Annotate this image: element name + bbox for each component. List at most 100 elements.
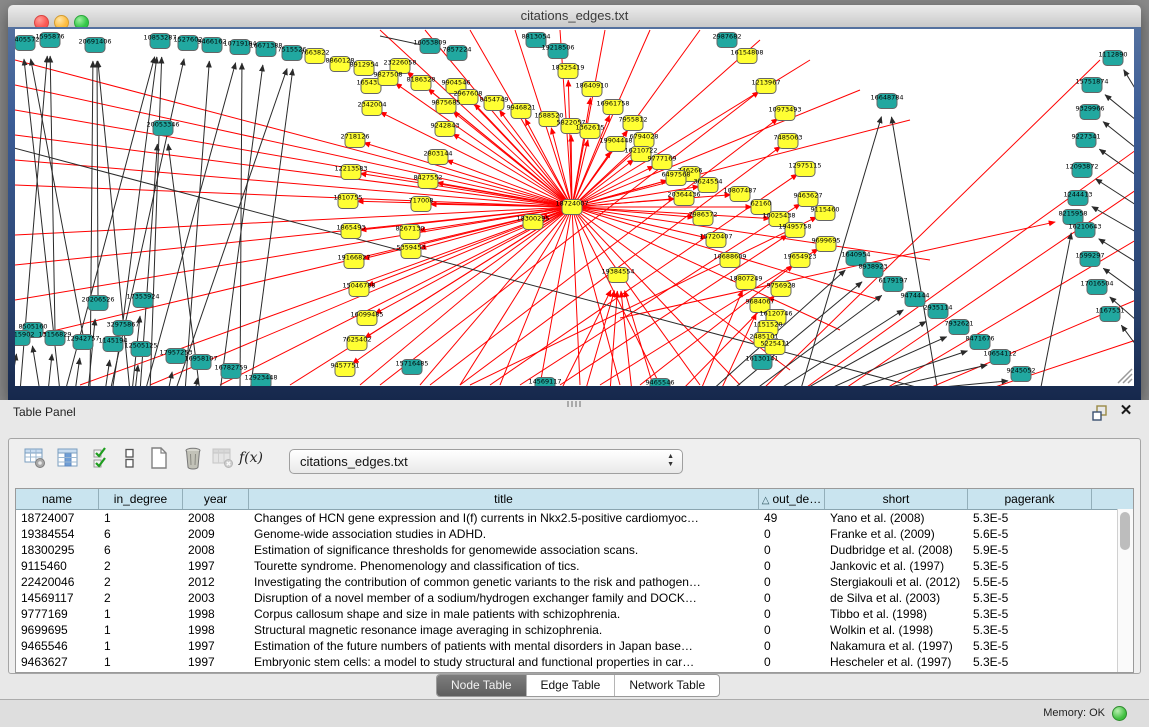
table-settings-button[interactable] (21, 443, 49, 473)
select-all-rows-button[interactable] (89, 443, 117, 473)
table-cell[interactable]: 5.3E-5 (968, 510, 1092, 526)
table-source-select[interactable]: citations_edges.txt ▲▼ (289, 449, 683, 474)
table-cell[interactable]: 0 (759, 542, 825, 558)
column-header-name[interactable]: name (16, 489, 99, 509)
table-row[interactable]: 1456911722003Disruption of a novel membe… (16, 590, 1133, 606)
table-cell[interactable]: 5.3E-5 (968, 638, 1092, 654)
table-cell[interactable]: 1 (99, 606, 183, 622)
table-row[interactable]: 969969511998Structural magnetic resonanc… (16, 622, 1133, 638)
graph-edge[interactable] (625, 291, 655, 386)
table-cell[interactable]: Corpus callosum shape and size in male p… (249, 606, 759, 622)
table-cell[interactable]: 1998 (183, 622, 249, 638)
table-cell[interactable]: 0 (759, 526, 825, 542)
graph-edge[interactable] (97, 61, 98, 296)
table-cell[interactable]: 5.3E-5 (968, 590, 1092, 606)
table-cell[interactable]: 5.5E-5 (968, 574, 1092, 590)
graph-edge[interactable] (195, 378, 197, 386)
table-cell[interactable]: 5.3E-5 (968, 558, 1092, 574)
graph-edge[interactable] (572, 207, 930, 260)
table-cell[interactable]: 5.9E-5 (968, 542, 1092, 558)
table-cell[interactable]: de Silva et al. (2003) (825, 590, 968, 606)
graph-edge[interactable] (135, 365, 138, 386)
graph-edge[interactable] (572, 207, 700, 385)
table-cell[interactable]: Yano et al. (2008) (825, 510, 968, 526)
table-cell[interactable]: 2003 (183, 590, 249, 606)
table-row[interactable]: 1872400712008Changes of HCN gene express… (16, 510, 1133, 526)
scrollbar-thumb[interactable] (1120, 512, 1130, 550)
table-cell[interactable]: 9699695 (16, 622, 99, 638)
table-cell[interactable]: 0 (759, 622, 825, 638)
table-body[interactable]: 1872400712008Changes of HCN gene express… (16, 510, 1133, 670)
graph-edge[interactable] (175, 69, 287, 386)
graph-edge[interactable] (1099, 149, 1134, 175)
table-cell[interactable]: 6 (99, 526, 183, 542)
table-vertical-scrollbar[interactable] (1117, 509, 1133, 672)
graph-edge[interactable] (1121, 325, 1134, 345)
table-cell[interactable]: 5.3E-5 (968, 622, 1092, 638)
table-row[interactable]: 1830029562008Estimation of significance … (16, 542, 1133, 558)
graph-edge[interactable] (123, 57, 157, 321)
table-header-row[interactable]: namein_degreeyeartitle△out_de…shortpager… (16, 489, 1133, 510)
graph-edge[interactable] (700, 290, 743, 386)
table-row[interactable]: 911546021997Tourette syndrome. Phenomeno… (16, 558, 1133, 574)
show-columns-button[interactable] (54, 443, 82, 473)
table-cell[interactable]: 1 (99, 510, 183, 526)
table-cell[interactable]: 9465546 (16, 638, 99, 654)
table-cell[interactable]: 2 (99, 558, 183, 574)
table-cell[interactable]: 2 (99, 574, 183, 590)
table-cell[interactable]: Nakamura et al. (1997) (825, 638, 968, 654)
graph-edge[interactable] (868, 365, 987, 386)
table-cell[interactable]: 1997 (183, 654, 249, 670)
table-cell[interactable]: 22420046 (16, 574, 99, 590)
graph-edge[interactable] (1103, 122, 1134, 148)
table-cell[interactable]: Hescheler et al. (1997) (825, 654, 968, 670)
table-row[interactable]: 946362711997Embryonic stem cells: a mode… (16, 654, 1133, 670)
table-cell[interactable]: 14569117 (16, 590, 99, 606)
table-row[interactable]: 977716911998Corpus callosum shape and si… (16, 606, 1133, 622)
table-cell[interactable]: Wolkin et al. (1998) (825, 622, 968, 638)
table-cell[interactable]: 1 (99, 622, 183, 638)
column-header-year[interactable]: year (183, 489, 249, 509)
table-cell[interactable]: 9115460 (16, 558, 99, 574)
table-cell[interactable]: Disruption of a novel member of a sodium… (249, 590, 759, 606)
table-cell[interactable]: Stergiakouli et al. (2012) (825, 574, 968, 590)
column-header-out_de[interactable]: △out_de… (759, 489, 825, 509)
graph-edge[interactable] (585, 291, 614, 386)
table-cell[interactable]: 0 (759, 574, 825, 590)
table-cell[interactable]: 19384554 (16, 526, 99, 542)
graph-edge[interactable] (75, 358, 80, 386)
graph-edge[interactable] (32, 346, 40, 386)
memory-status-icon[interactable] (1112, 706, 1127, 721)
table-row[interactable]: 946554611997Estimation of the future num… (16, 638, 1133, 654)
table-cell[interactable]: 1997 (183, 638, 249, 654)
graph-edge[interactable] (50, 56, 55, 331)
graph-edge[interactable] (540, 207, 572, 385)
table-cell[interactable]: Embryonic stem cells: a model to study s… (249, 654, 759, 670)
table-cell[interactable]: Tourette syndrome. Phenomenology and cla… (249, 558, 759, 574)
table-cell[interactable]: 9463627 (16, 654, 99, 670)
graph-edge[interactable] (168, 372, 172, 386)
row-options-button[interactable] (115, 443, 143, 473)
table-cell[interactable]: 6 (99, 542, 183, 558)
table-cell[interactable]: 2008 (183, 542, 249, 558)
tab-node-table[interactable]: Node Table (437, 675, 527, 696)
table-cell[interactable]: Structural magnetic resonance image aver… (249, 622, 759, 638)
table-cell[interactable]: 0 (759, 606, 825, 622)
table-cell[interactable]: 0 (759, 558, 825, 574)
table-cell[interactable]: 1 (99, 654, 183, 670)
column-header-short[interactable]: short (825, 489, 968, 509)
graph-edge[interactable] (15, 60, 572, 207)
graph-edge[interactable] (460, 207, 572, 385)
graph-edge[interactable] (185, 61, 209, 386)
graph-edge[interactable] (1096, 179, 1134, 205)
graph-edge[interactable] (105, 360, 110, 386)
table-cell[interactable]: Jankovic et al. (1997) (825, 558, 968, 574)
table-cell[interactable]: 49 (759, 510, 825, 526)
close-panel-icon[interactable]: ✕ (1117, 402, 1135, 420)
graph-edge[interactable] (48, 354, 52, 386)
tab-network-table[interactable]: Network Table (615, 675, 719, 696)
table-cell[interactable]: 1998 (183, 606, 249, 622)
table-cell[interactable]: 1997 (183, 558, 249, 574)
table-row[interactable]: 1938455462009Genome-wide association stu… (16, 526, 1133, 542)
table-cell[interactable]: 2009 (183, 526, 249, 542)
